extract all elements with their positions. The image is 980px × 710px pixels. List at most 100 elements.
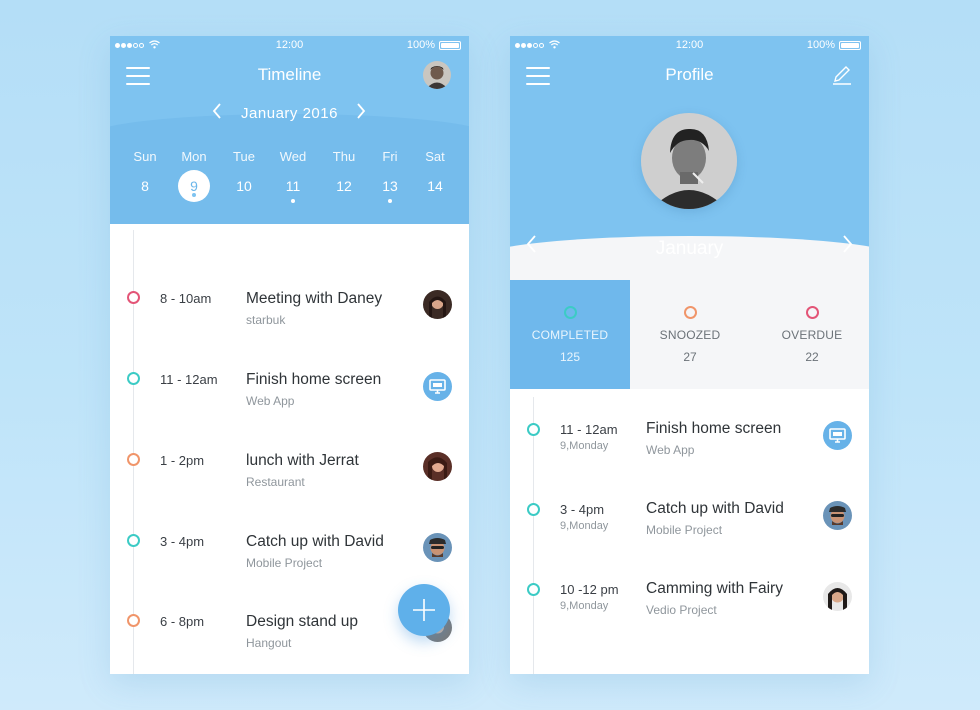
stat-count: 22 — [805, 350, 819, 364]
user-avatar[interactable] — [423, 61, 451, 89]
event-subtitle: Restaurant — [246, 475, 305, 489]
event-title: Catch up with David — [646, 500, 784, 517]
event-time: 3 - 4pm — [160, 534, 205, 549]
add-event-button[interactable] — [398, 584, 450, 636]
event-title: Design stand up — [246, 613, 359, 630]
month-label: January — [655, 238, 724, 259]
event-subtitle: Web App — [246, 394, 295, 408]
page-title: Profile — [665, 65, 714, 84]
day-sat[interactable]: Sat 14 — [413, 149, 457, 196]
event-time: 1 - 2pm — [160, 453, 205, 468]
stats-tabs: COMPLETED 125 SNOOZED 27 OVERDUE 22 — [510, 280, 869, 389]
event-marker — [192, 193, 196, 197]
tab-overdue[interactable]: OVERDUE 22 — [752, 280, 869, 389]
day-thu[interactable]: Thu 12 — [322, 149, 366, 196]
event-item[interactable]: 3 - 4pm 9,Monday Catch up with David Mob… — [510, 497, 869, 567]
event-title: Finish home screen — [646, 420, 782, 437]
stat-count: 27 — [683, 350, 697, 364]
status-ring-orange — [683, 306, 697, 319]
status-ring-teal — [527, 583, 540, 596]
prev-month-button[interactable] — [526, 234, 538, 260]
avatar — [823, 501, 852, 530]
status-ring-teal — [127, 372, 140, 385]
next-month-button[interactable] — [356, 102, 366, 125]
battery-percent: 100% — [406, 39, 435, 51]
tab-snoozed[interactable]: SNOOZED 27 — [630, 280, 750, 389]
menu-icon[interactable] — [126, 67, 150, 85]
battery-percent: 100% — [806, 39, 835, 51]
profile-photo[interactable] — [641, 113, 737, 209]
event-item[interactable]: 11 - 12am Finish home screen Web App — [110, 336, 469, 408]
event-subtitle: Hangout — [246, 636, 292, 650]
event-timeline: 11 - 12am 9,Monday Finish home screen We… — [510, 389, 869, 674]
event-time: 11 - 12am — [160, 372, 218, 387]
pencil-icon — [833, 66, 851, 85]
day-mon-selected[interactable]: Mon 9 — [172, 149, 216, 202]
day-tue[interactable]: Tue 10 — [222, 149, 266, 196]
event-time: 3 - 4pm — [560, 502, 605, 517]
page-title: Timeline — [257, 65, 322, 84]
event-title: Camming with Fairy — [646, 580, 783, 597]
chevron-left-icon — [526, 235, 536, 253]
battery-icon — [839, 40, 861, 50]
stat-label: SNOOZED — [659, 328, 721, 342]
profile-screen: 12:00 100% Profile January COMPLETED 125 — [510, 36, 869, 674]
avatar — [423, 533, 452, 562]
avatar — [423, 452, 452, 481]
status-bar: 12:00 100% — [110, 36, 469, 56]
avatar — [423, 290, 452, 319]
chevron-right-icon — [843, 235, 853, 253]
event-date: 9,Monday — [560, 600, 609, 612]
monitor-icon — [823, 421, 852, 450]
event-subtitle: Mobile Project — [646, 523, 723, 537]
day-sun[interactable]: Sun 8 — [123, 149, 167, 196]
chevron-left-icon — [212, 103, 221, 119]
event-subtitle: Mobile Project — [246, 556, 323, 570]
event-subtitle: Vedio Project — [646, 603, 717, 617]
event-subtitle: Web App — [646, 443, 695, 457]
event-title: Catch up with David — [246, 533, 384, 550]
battery-icon — [439, 40, 461, 50]
status-ring-teal — [527, 423, 540, 436]
plus-icon — [413, 599, 435, 621]
event-marker — [388, 199, 392, 203]
event-date: 9,Monday — [560, 440, 609, 452]
event-time: 6 - 8pm — [160, 614, 205, 629]
event-item[interactable]: 8 - 10am Meeting with Daney starbuk — [110, 256, 469, 327]
chevron-right-icon — [357, 103, 366, 119]
event-title: Finish home screen — [246, 371, 382, 388]
event-time: 11 - 12am — [560, 422, 618, 437]
edit-button[interactable] — [831, 64, 853, 86]
stat-label: OVERDUE — [781, 328, 843, 342]
event-title: lunch with Jerrat — [246, 452, 359, 469]
stat-label: COMPLETED — [531, 328, 609, 342]
event-item[interactable]: 1 - 2pm lunch with Jerrat Restaurant — [110, 416, 469, 489]
event-item[interactable]: 11 - 12am 9,Monday Finish home screen We… — [510, 417, 869, 487]
event-marker — [291, 199, 295, 203]
stat-count: 125 — [559, 350, 581, 364]
status-ring-teal — [127, 534, 140, 547]
status-ring-orange — [127, 453, 140, 466]
status-ring-orange — [127, 614, 140, 627]
week-strip: Sun 8 Mon 9 Tue 10 Wed 11 Thu 12 Fri 13 Sat 14 — [110, 149, 469, 205]
prev-month-button[interactable] — [212, 102, 222, 125]
event-item[interactable]: 3 - 4pm Catch up with David Mobile Proje… — [110, 496, 469, 570]
tab-completed[interactable]: COMPLETED 125 — [510, 280, 630, 389]
event-title: Meeting with Daney — [246, 290, 383, 307]
next-month-button[interactable] — [841, 234, 853, 260]
avatar — [823, 582, 852, 611]
monitor-icon — [423, 372, 452, 401]
event-date: 9,Monday — [560, 520, 609, 532]
status-ring-teal — [527, 503, 540, 516]
event-item[interactable]: 10 -12 pm 9,Monday Camming with Fairy Ve… — [510, 577, 869, 647]
status-ring-red — [805, 306, 819, 319]
day-fri[interactable]: Fri 13 — [368, 149, 412, 203]
day-wed[interactable]: Wed 11 — [271, 149, 315, 203]
event-time: 8 - 10am — [160, 291, 212, 306]
month-label: January 2016 — [241, 105, 338, 122]
status-ring-teal — [563, 306, 577, 319]
menu-icon[interactable] — [526, 67, 550, 85]
timeline-screen: 12:00 100% Timeline January 2016 Sun 8 Mo… — [110, 36, 469, 674]
status-ring-red — [127, 291, 140, 304]
status-bar: 12:00 100% — [510, 36, 869, 56]
